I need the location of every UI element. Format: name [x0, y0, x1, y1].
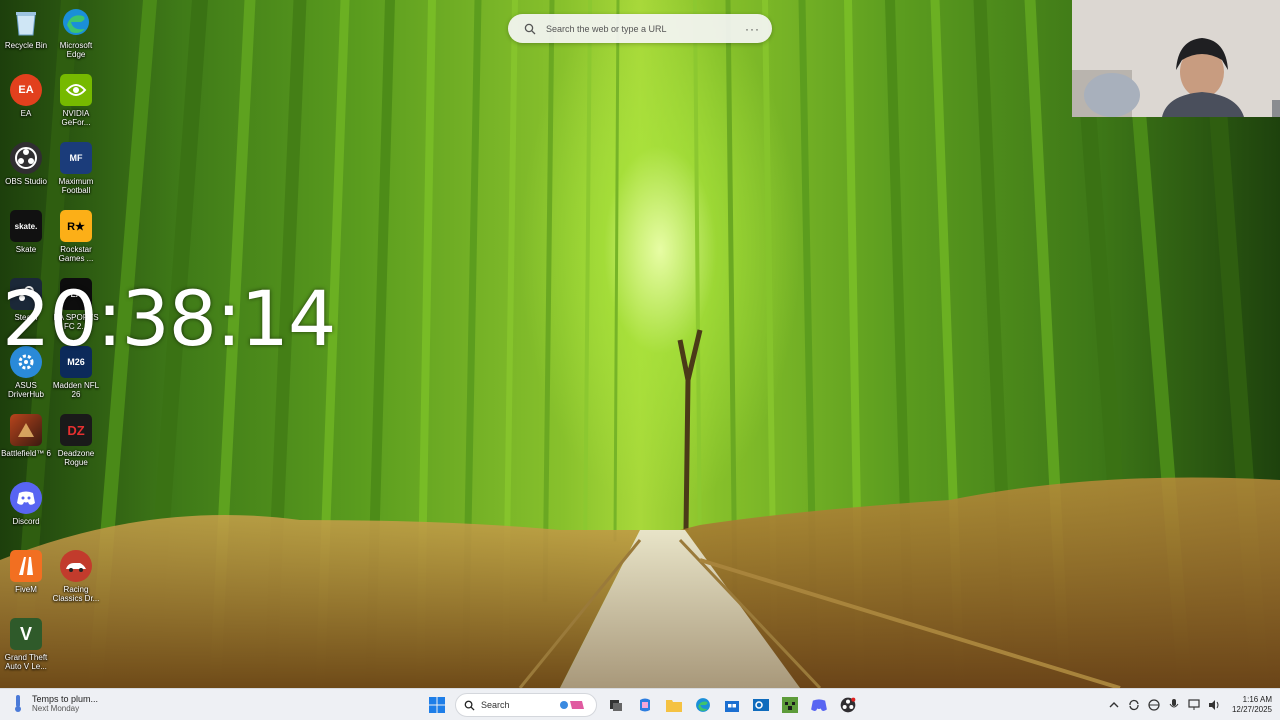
racing-classics-icon [60, 550, 92, 582]
thermometer-icon [15, 695, 21, 712]
desktop-icon-discord[interactable]: Discord [0, 482, 52, 526]
display-icon[interactable] [1184, 695, 1204, 715]
start-icon [428, 697, 445, 713]
tray-date: 12/27/2025 [1231, 705, 1272, 714]
outlook-icon [752, 699, 769, 711]
browser-search-bar[interactable]: Search the web or type a URL ··· [508, 14, 772, 43]
more-horizontal-icon[interactable]: ··· [745, 22, 760, 36]
search-highlight-icon [560, 701, 584, 709]
discord-icon [10, 482, 42, 514]
sync-icon[interactable] [1124, 695, 1144, 715]
gta-icon: V [10, 618, 42, 650]
search-placeholder[interactable]: Search the web or type a URL [546, 24, 745, 34]
copilot-button[interactable] [632, 692, 658, 718]
tray-time: 1:16 AM [1242, 695, 1272, 704]
webcam-overlay [1072, 0, 1280, 117]
obs-icon [840, 697, 855, 713]
skate-icon: skate. [10, 210, 42, 242]
taskbar-center: Search [422, 692, 862, 718]
discord-icon [810, 699, 827, 711]
ea-icon: EA [10, 74, 42, 106]
clock-overlay: 20:38:14 [2, 274, 336, 363]
desktop-icon-rockstar[interactable]: R★ Rockstar Games ... [50, 210, 102, 263]
microsoft-store-button[interactable] [719, 692, 745, 718]
file-explorer-icon [665, 700, 682, 712]
search-icon [464, 700, 475, 711]
edge-icon [60, 6, 92, 38]
desktop-icon-skate[interactable]: skate. Skate [0, 210, 52, 254]
obs-taskbar-button[interactable] [835, 692, 861, 718]
desktop-icon-recycle-bin[interactable]: Recycle Bin [0, 6, 52, 50]
edge-icon [695, 698, 710, 712]
fivem-icon [10, 550, 42, 582]
desktop-icon-microsoft-edge[interactable]: Microsoft Edge [50, 6, 102, 59]
clock-date[interactable]: 1:16 AM 12/27/2025 [1232, 695, 1272, 715]
nvidia-icon [60, 74, 92, 106]
desktop-icon-obs[interactable]: OBS Studio [0, 142, 52, 186]
discord-taskbar-button[interactable] [806, 692, 832, 718]
desktop-icon-battlefield[interactable]: Battlefield™ 6 [0, 414, 52, 458]
task-view-icon [609, 700, 622, 711]
taskbar-search-label: Search [481, 700, 510, 710]
desktop-icon-maximum-football[interactable]: MF Maximum Football [50, 142, 102, 195]
system-tray: 1:16 AM 12/27/2025 [1104, 689, 1272, 720]
battlefield-icon [10, 414, 42, 446]
minecraft-button[interactable] [777, 692, 803, 718]
network-icon[interactable] [1144, 695, 1164, 715]
deadzone-icon: DZ [60, 414, 92, 446]
weather-title: Temps to plum... [32, 693, 99, 704]
desktop-icon-deadzone[interactable]: DZ Deadzone Rogue [50, 414, 102, 467]
weather-subtitle: Next Monday [32, 703, 80, 713]
taskbar: Temps to plum... Next Monday Search 1:16… [0, 688, 1280, 720]
desktop-icon-fivem[interactable]: FiveM [0, 550, 52, 594]
start-button[interactable] [424, 692, 450, 718]
microphone-icon[interactable] [1164, 695, 1184, 715]
obs-icon [10, 142, 42, 174]
copilot-icon [639, 698, 650, 712]
minecraft-icon [781, 697, 798, 713]
desktop-icon-nvidia[interactable]: NVIDIA GeFor... [50, 74, 102, 127]
maximum-football-icon: MF [60, 142, 92, 174]
file-explorer-button[interactable] [661, 692, 687, 718]
taskbar-search[interactable]: Search [455, 693, 597, 717]
desktop-icon-gta[interactable]: V Grand Theft Auto V Le... [0, 618, 52, 671]
recycle-bin-icon [10, 6, 42, 38]
weather-widget[interactable]: Temps to plum... Next Monday [10, 693, 98, 713]
edge-taskbar-button[interactable] [690, 692, 716, 718]
webcam-person-image [1072, 0, 1280, 117]
desktop-icon-ea[interactable]: EA EA [0, 74, 52, 118]
outlook-button[interactable] [748, 692, 774, 718]
microsoft-store-icon [724, 701, 739, 712]
desktop-icon-racing-classics[interactable]: Racing Classics Dr... [50, 550, 102, 603]
task-view-button[interactable] [603, 692, 629, 718]
search-icon [524, 23, 536, 34]
volume-icon[interactable] [1204, 695, 1224, 715]
rockstar-icon: R★ [60, 210, 92, 242]
chevron-up-icon[interactable] [1104, 695, 1124, 715]
